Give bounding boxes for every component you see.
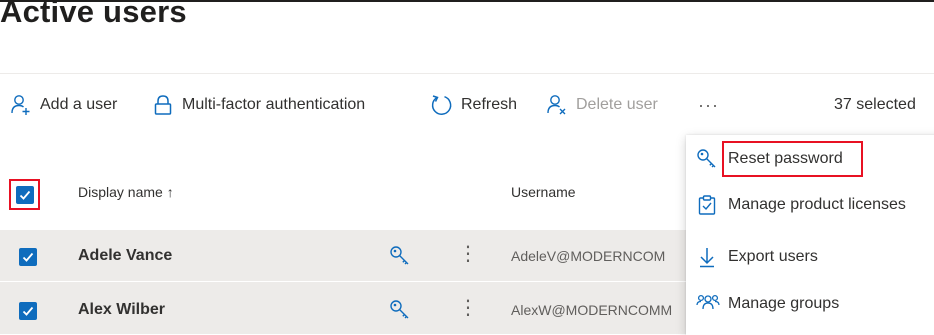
- add-user-button[interactable]: Add a user: [10, 88, 117, 122]
- mfa-label: Multi-factor authentication: [182, 96, 366, 113]
- download-arrow-icon: [696, 246, 718, 268]
- user-display-name[interactable]: Adele Vance: [78, 247, 172, 265]
- menu-item-label: Manage groups: [728, 295, 840, 312]
- menu-item-label: Reset password: [728, 150, 843, 167]
- add-user-label: Add a user: [40, 96, 118, 113]
- clipboard-icon: [696, 194, 718, 216]
- refresh-label: Refresh: [461, 96, 518, 113]
- title-divider: [0, 73, 934, 74]
- checkmark-icon: [19, 190, 31, 200]
- user-username: AdeleV@MODERNCOM: [511, 248, 666, 264]
- menu-item-export-users[interactable]: Export users: [686, 234, 934, 280]
- people-group-icon: [696, 293, 720, 315]
- selected-count: 37 selected: [834, 96, 916, 113]
- checkmark-icon: [22, 306, 34, 316]
- menu-item-reset-password[interactable]: Reset password: [686, 136, 934, 182]
- menu-item-label: Export users: [728, 248, 818, 265]
- row-checkbox[interactable]: [19, 248, 37, 266]
- user-username: AlexW@MODERNCOMM: [511, 302, 673, 318]
- lock-icon: [152, 94, 182, 116]
- more-actions-button[interactable]: ···: [698, 88, 719, 122]
- mfa-button[interactable]: Multi-factor authentication: [152, 88, 365, 122]
- row-more-icon[interactable]: ⋮: [458, 244, 478, 264]
- menu-item-label: Manage product licenses: [728, 196, 906, 213]
- row-checkbox[interactable]: [19, 302, 37, 320]
- row-more-icon[interactable]: ⋮: [458, 298, 478, 318]
- key-icon[interactable]: [389, 245, 411, 272]
- refresh-button[interactable]: Refresh: [429, 88, 517, 122]
- more-actions-menu: Reset password Manage product licenses E…: [686, 135, 934, 335]
- refresh-icon: [429, 93, 461, 117]
- checkmark-icon: [22, 252, 34, 262]
- key-icon: [696, 148, 718, 170]
- user-display-name[interactable]: Alex Wilber: [78, 301, 165, 319]
- column-header-username[interactable]: Username: [511, 184, 576, 200]
- column-header-display-name[interactable]: Display name ↑: [78, 184, 174, 200]
- command-bar: Add a user Multi-factor authentication R…: [0, 88, 934, 122]
- remove-person-icon: [546, 94, 576, 116]
- select-all-checkbox[interactable]: [16, 186, 34, 204]
- menu-item-manage-groups[interactable]: Manage groups: [686, 281, 934, 327]
- menu-item-manage-licenses[interactable]: Manage product licenses: [686, 182, 934, 228]
- page-title: Active users: [0, 0, 187, 29]
- add-person-icon: [10, 94, 40, 116]
- delete-user-label: Delete user: [576, 96, 658, 113]
- delete-user-button[interactable]: Delete user: [546, 88, 658, 122]
